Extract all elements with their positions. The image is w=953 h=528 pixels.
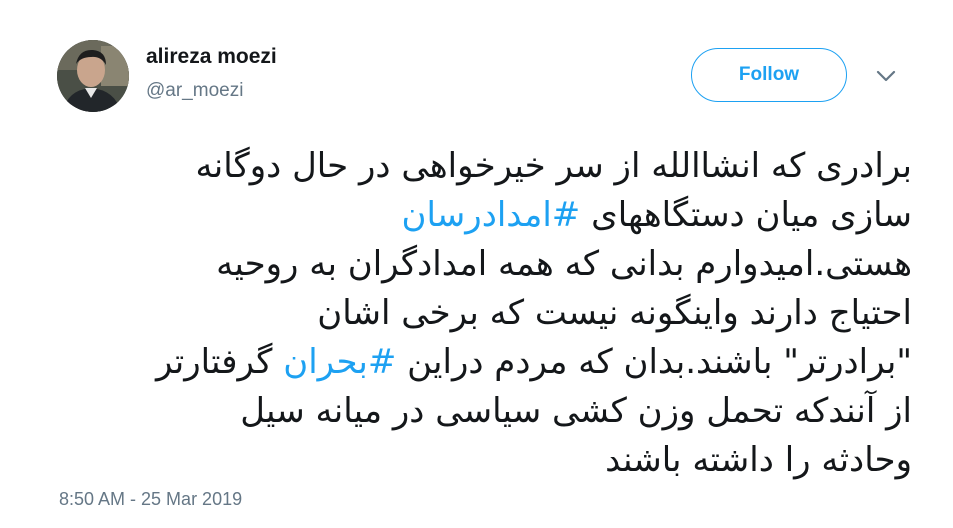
avatar[interactable] bbox=[57, 40, 129, 112]
tweet-text-segment: گرفتارتر bbox=[155, 342, 284, 382]
tweet-text-line: "برادرتر" باشند.بدان که مردم دراین #بحرا… bbox=[60, 338, 912, 387]
tweet-text-line: هستی.امیدوارم بدانی که همه امدادگران به … bbox=[60, 240, 912, 289]
tweet-text-line: از آنندکه تحمل وزن کشی سیاسی در میانه سی… bbox=[60, 387, 912, 436]
tweet-text: برادری که انشاالله از سر خیرخواهی در حال… bbox=[60, 142, 912, 485]
tweet-text-segment: احتیاج دارند واینگونه نیست که برخی اشان bbox=[317, 293, 912, 333]
tweet-text-segment: "برادرتر" باشند.بدان که مردم دراین bbox=[396, 342, 912, 382]
tweet-text-line: برادری که انشاالله از سر خیرخواهی در حال… bbox=[60, 142, 913, 191]
follow-button[interactable]: Follow bbox=[691, 48, 847, 102]
tweet-text-segment: هستی.امیدوارم بدانی که همه امدادگران به … bbox=[216, 244, 912, 284]
display-name[interactable]: alireza moezi bbox=[146, 45, 277, 69]
hashtag-link[interactable]: #بحران bbox=[283, 342, 396, 382]
tweet-text-segment: برادری که انشاالله از سر خیرخواهی در حال… bbox=[195, 146, 913, 186]
tweet-text-line: احتیاج دارند واینگونه نیست که برخی اشان bbox=[60, 289, 912, 338]
tweet-text-segment: وحادثه را داشته باشند bbox=[605, 440, 912, 480]
tweet-timestamp[interactable]: 8:50 AM - 25 Mar 2019 bbox=[59, 489, 242, 510]
chevron-down-icon[interactable] bbox=[874, 66, 898, 86]
hashtag-link[interactable]: #امدادرسان bbox=[401, 195, 580, 235]
tweet-text-line: سازی میان دستگاههای #امدادرسان bbox=[60, 191, 912, 240]
user-handle[interactable]: @ar_moezi bbox=[146, 80, 243, 102]
avatar-image bbox=[57, 40, 129, 112]
tweet-card: alireza moezi @ar_moezi Follow برادری که… bbox=[0, 0, 953, 528]
tweet-text-segment: از آنندکه تحمل وزن کشی سیاسی در میانه سی… bbox=[240, 391, 912, 431]
tweet-text-segment: سازی میان دستگاههای bbox=[580, 195, 912, 235]
tweet-text-line: وحادثه را داشته باشند bbox=[60, 436, 912, 485]
